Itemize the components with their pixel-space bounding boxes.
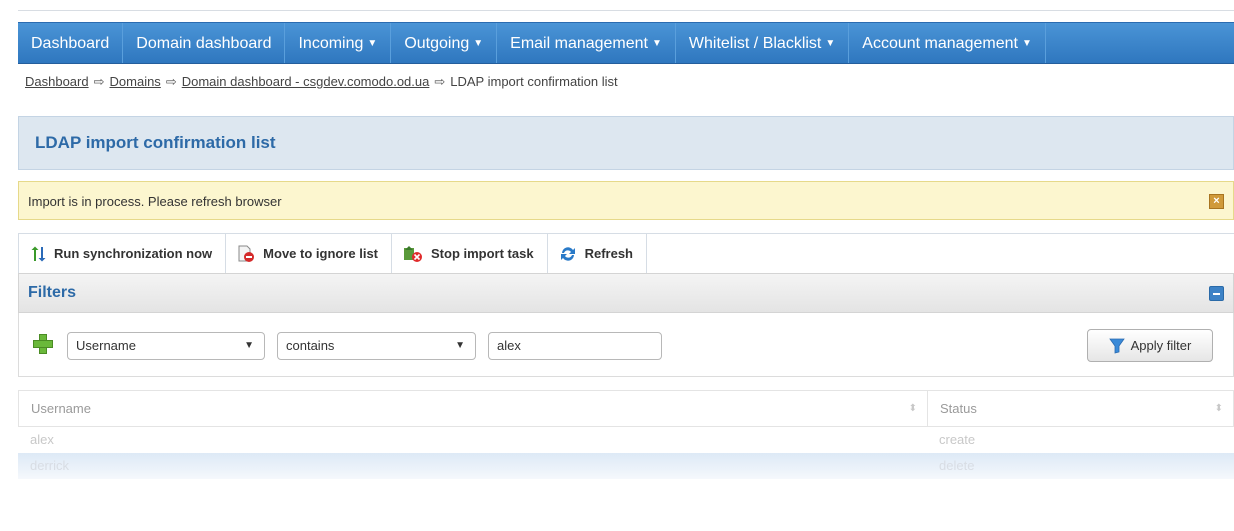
nav-label: Dashboard (31, 35, 110, 52)
column-label: Status (940, 401, 977, 416)
filter-field-select[interactable]: Username ▼ (67, 332, 265, 360)
nav-whitelist-blacklist[interactable]: Whitelist / Blacklist ▼ (676, 23, 850, 63)
nav-dashboard[interactable]: Dashboard (18, 23, 124, 63)
main-nav: Dashboard Domain dashboard Incoming ▼ Out… (18, 22, 1234, 64)
filter-row: Username ▼ contains ▼ alex Apply filter (18, 313, 1234, 377)
nav-domain-dashboard[interactable]: Domain dashboard (123, 23, 286, 63)
nav-account-management[interactable]: Account management ▼ (849, 23, 1046, 63)
refresh-button[interactable]: Refresh (548, 234, 648, 273)
breadcrumb-domains[interactable]: Domains (110, 74, 161, 89)
nav-incoming[interactable]: Incoming ▼ (285, 23, 392, 63)
cell-username: alex (30, 432, 54, 447)
close-icon[interactable]: × (1209, 194, 1224, 209)
nav-label: Domain dashboard (136, 35, 272, 52)
action-toolbar: Run synchronization now Move to ignore l… (18, 233, 1234, 273)
breadcrumb: Dashboard ⇨ Domains ⇨ Domain dashboard - csg… (25, 74, 618, 90)
page-title: LDAP import confirmation list (35, 133, 276, 152)
add-filter-icon[interactable] (32, 333, 53, 354)
funnel-icon (1108, 338, 1125, 354)
sort-icon: ⬍ (908, 403, 917, 414)
breadcrumb-domain-dashboard[interactable]: Domain dashboard - csgdev.comodo.od.ua (182, 74, 430, 89)
apply-filter-label: Apply filter (1130, 338, 1192, 353)
cell-username: derrick (30, 458, 70, 473)
move-to-ignore-button[interactable]: Move to ignore list (226, 234, 393, 273)
nav-email-management[interactable]: Email management ▼ (497, 23, 676, 63)
page-title-box: LDAP import confirmation list (18, 116, 1234, 170)
run-sync-button[interactable]: Run synchronization now (19, 234, 227, 273)
cell-status: create (939, 432, 976, 447)
table-header: Username ⬍ Status ⬍ (18, 390, 1234, 427)
nav-label: Whitelist / Blacklist (688, 35, 822, 52)
filters-header: Filters (18, 273, 1234, 313)
refresh-label: Refresh (584, 246, 634, 261)
cell-status: delete (939, 458, 975, 473)
filter-operator-value: contains (286, 338, 335, 353)
dropdown-arrow-icon: ▼ (455, 340, 465, 351)
top-divider (18, 10, 1234, 11)
column-header-status[interactable]: Status ⬍ (928, 391, 1233, 426)
apply-filter-button[interactable]: Apply filter (1087, 329, 1213, 362)
dropdown-arrow-icon: ▼ (244, 340, 254, 351)
filter-operator-select[interactable]: contains ▼ (277, 332, 476, 360)
info-alert: Import is in process. Please refresh bro… (18, 181, 1234, 220)
column-header-username[interactable]: Username ⬍ (19, 391, 928, 426)
arrow-right-icon: ⇨ (93, 74, 105, 89)
refresh-icon (560, 246, 575, 261)
breadcrumb-current: LDAP import confirmation list (450, 74, 618, 89)
stop-import-button[interactable]: Stop import task (392, 234, 548, 273)
nav-label: Email management (510, 35, 648, 52)
nav-label: Account management (862, 35, 1018, 52)
caret-down-icon: ▼ (367, 38, 378, 49)
nav-outgoing[interactable]: Outgoing ▼ (391, 23, 498, 63)
confirmation-table: Username ⬍ Status ⬍ alex create derrick … (18, 390, 1234, 479)
filter-field-value: Username (76, 338, 136, 353)
stop-import-icon (404, 245, 423, 262)
move-ignore-label: Move to ignore list (263, 246, 379, 261)
caret-down-icon: ▼ (473, 38, 484, 49)
arrow-right-icon: ⇨ (165, 74, 177, 89)
collapse-icon[interactable] (1209, 286, 1224, 301)
filter-value-input[interactable]: alex (488, 332, 662, 360)
alert-message: Import is in process. Please refresh bro… (28, 194, 282, 209)
sort-icon: ⬍ (1214, 403, 1223, 414)
arrow-right-icon: ⇨ (434, 74, 446, 89)
caret-down-icon: ▼ (1021, 38, 1032, 49)
filters-title: Filters (28, 284, 77, 301)
run-sync-label: Run synchronization now (54, 246, 213, 261)
caret-down-icon: ▼ (652, 38, 662, 49)
breadcrumb-dashboard[interactable]: Dashboard (25, 74, 89, 89)
stop-import-label: Stop import task (431, 246, 534, 261)
caret-down-icon: ▼ (825, 38, 836, 49)
nav-label: Outgoing (404, 35, 470, 52)
table-row[interactable]: alex create (18, 427, 1234, 453)
column-label: Username (31, 401, 91, 416)
document-remove-icon (238, 245, 255, 262)
sync-arrows-icon (31, 246, 46, 261)
nav-label: Incoming (298, 35, 364, 52)
table-row[interactable]: derrick delete (18, 453, 1234, 479)
